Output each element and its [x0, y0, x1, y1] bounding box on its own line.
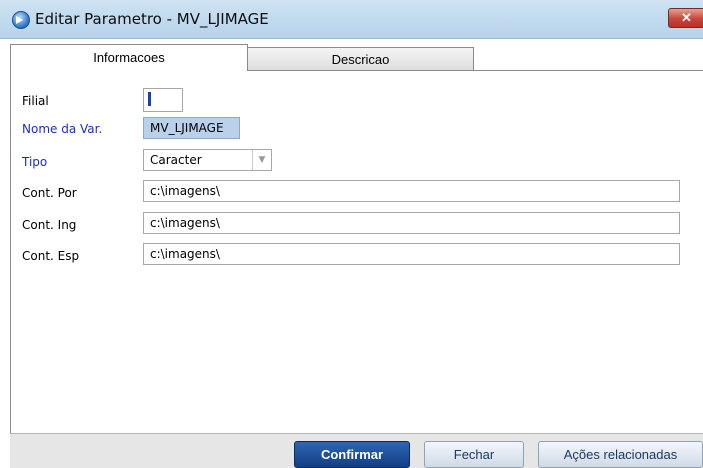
tab-strip: Informacoes Descricao	[10, 44, 703, 72]
cont-esp-label: Cont. Esp	[22, 249, 80, 263]
tipo-select[interactable]: Caracter ▼	[143, 149, 272, 171]
cont-por-label: Cont. Por	[22, 186, 77, 200]
tab-informacoes[interactable]: Informacoes	[10, 44, 248, 71]
nome-var-label: Nome da Var.	[22, 122, 103, 136]
filial-field[interactable]	[143, 88, 183, 112]
chevron-down-icon[interactable]: ▼	[252, 150, 271, 170]
text-caret	[148, 92, 151, 106]
filial-label: Filial	[22, 94, 49, 108]
cont-por-field[interactable]: c:\imagens\	[143, 180, 680, 202]
app-arrow-icon	[12, 11, 30, 29]
fechar-button[interactable]: Fechar	[424, 441, 524, 468]
confirmar-button[interactable]: Confirmar	[294, 441, 410, 468]
nome-var-field[interactable]: MV_LJIMAGE	[143, 117, 240, 139]
tab-descricao[interactable]: Descricao	[247, 47, 474, 72]
close-button[interactable]: ✕	[668, 8, 703, 28]
cont-ing-field[interactable]: c:\imagens\	[143, 212, 680, 234]
acoes-relacionadas-button[interactable]: Ações relacionadas	[538, 441, 703, 468]
tipo-label: Tipo	[22, 155, 48, 169]
tipo-selected-value: Caracter	[150, 153, 202, 167]
window-title: Editar Parametro - MV_LJIMAGE	[35, 10, 269, 28]
tab-descricao-label: Descricao	[331, 52, 390, 67]
cont-ing-label: Cont. Ing	[22, 218, 77, 232]
title-bar: Editar Parametro - MV_LJIMAGE ✕	[0, 0, 703, 39]
cont-esp-field[interactable]: c:\imagens\	[143, 243, 680, 265]
tab-informacoes-label: Informacoes	[93, 50, 165, 65]
